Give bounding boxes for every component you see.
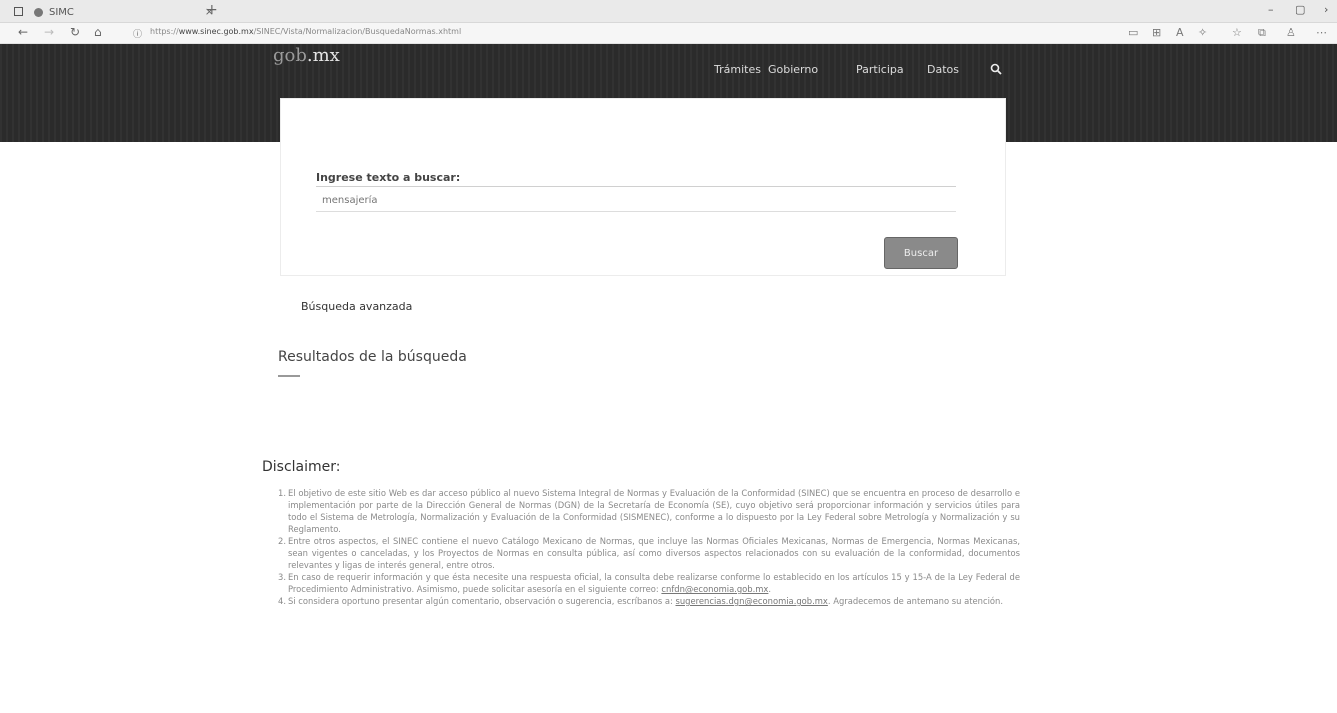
extension-icon[interactable]: ✧	[1198, 26, 1207, 39]
search-label: Ingrese texto a buscar:	[316, 171, 461, 184]
item-text: Si considera oportuno presentar algún co…	[288, 596, 676, 606]
search-button[interactable]: Buscar	[884, 237, 958, 269]
search-input[interactable]	[316, 190, 956, 212]
tab-title: SIMC	[49, 6, 74, 18]
nav-participa[interactable]: Participa	[856, 63, 904, 76]
favorite-icon[interactable]: ☆	[1232, 26, 1242, 39]
nav-datos[interactable]: Datos	[927, 63, 959, 76]
collections-icon[interactable]: ⧉	[1258, 26, 1266, 40]
back-icon[interactable]: ←	[18, 25, 28, 39]
results-title: Resultados de la búsqueda	[278, 349, 467, 365]
suggestions-email-link[interactable]: sugerencias.dgn@economia.gob.mx	[676, 596, 828, 606]
search-icon[interactable]	[990, 63, 1002, 78]
favicon-icon	[34, 7, 43, 17]
disclaimer-list: 1. El objetivo de este sitio Web es dar a…	[278, 487, 1020, 607]
label-divider	[316, 186, 956, 187]
url-prefix: https://	[150, 27, 179, 36]
item-number: 1.	[278, 488, 286, 498]
gobmx-logo[interactable]: gob.mx	[273, 45, 340, 66]
maximize-icon[interactable]: ▢	[1295, 3, 1305, 16]
item-text: Entre otros aspectos, el SINEC contiene …	[288, 536, 1020, 570]
disclaimer-title: Disclaimer:	[262, 459, 341, 475]
email-link[interactable]: cnfdn@economia.gob.mx	[661, 584, 768, 594]
reader-icon[interactable]: ▭	[1128, 26, 1138, 39]
disclaimer-item: 1. El objetivo de este sitio Web es dar a…	[278, 487, 1020, 535]
close-window-icon[interactable]: ›	[1324, 3, 1328, 16]
forward-icon[interactable]: →	[44, 25, 54, 39]
logo-gob: gob	[273, 45, 307, 66]
item-text-after: . Agradecemos de antemano su atención.	[827, 596, 1003, 606]
url-path: /SINEC/Vista/Normalizacion/BusquedaNorma…	[253, 27, 462, 36]
url-field[interactable]: https://www.sinec.gob.mx/SINEC/Vista/Nor…	[150, 27, 461, 36]
results-underline	[278, 375, 300, 377]
item-text: El objetivo de este sitio Web es dar acc…	[288, 488, 1020, 534]
item-number: 3.	[278, 572, 286, 582]
url-host: www.sinec.gob.mx	[178, 27, 254, 36]
home-icon[interactable]: ⌂	[94, 25, 102, 39]
disclaimer-item: 3. En caso de requerir información y que …	[278, 572, 1020, 594]
nav-tramites[interactable]: Trámites	[714, 63, 761, 76]
address-bar-row: ← → ↻ ⌂ ⓘ https://www.sinec.gob.mx/SINEC…	[0, 23, 1337, 44]
minimize-icon[interactable]: –	[1268, 3, 1274, 16]
logo-mx: .mx	[306, 45, 340, 66]
profile-icon[interactable]: ♙	[1286, 26, 1296, 39]
browser-tab-bar: SIMC × + – ▢ ›	[0, 0, 1337, 23]
new-tab-icon[interactable]: +	[206, 2, 218, 18]
nav-gobierno[interactable]: Gobierno	[768, 63, 818, 76]
item-text: En caso de requerir información y que és…	[288, 572, 1020, 594]
reload-icon[interactable]: ↻	[70, 25, 80, 39]
item-number: 2.	[278, 536, 286, 546]
disclaimer-item: 4. Si considera oportuno presentar algún …	[278, 595, 1020, 607]
more-icon[interactable]: ⋯	[1316, 26, 1327, 39]
disclaimer-item: 2. Entre otros aspectos, el SINEC contien…	[278, 535, 1020, 571]
item-number: 4.	[278, 596, 286, 606]
site-info-icon[interactable]: ⓘ	[133, 27, 142, 40]
tab-actions-icon[interactable]	[14, 7, 23, 16]
read-aloud-icon[interactable]: A	[1176, 26, 1184, 39]
apps-icon[interactable]: ⊞	[1152, 26, 1161, 39]
browser-tab[interactable]: SIMC ×	[34, 2, 224, 22]
advanced-search-link[interactable]: Búsqueda avanzada	[301, 300, 412, 313]
